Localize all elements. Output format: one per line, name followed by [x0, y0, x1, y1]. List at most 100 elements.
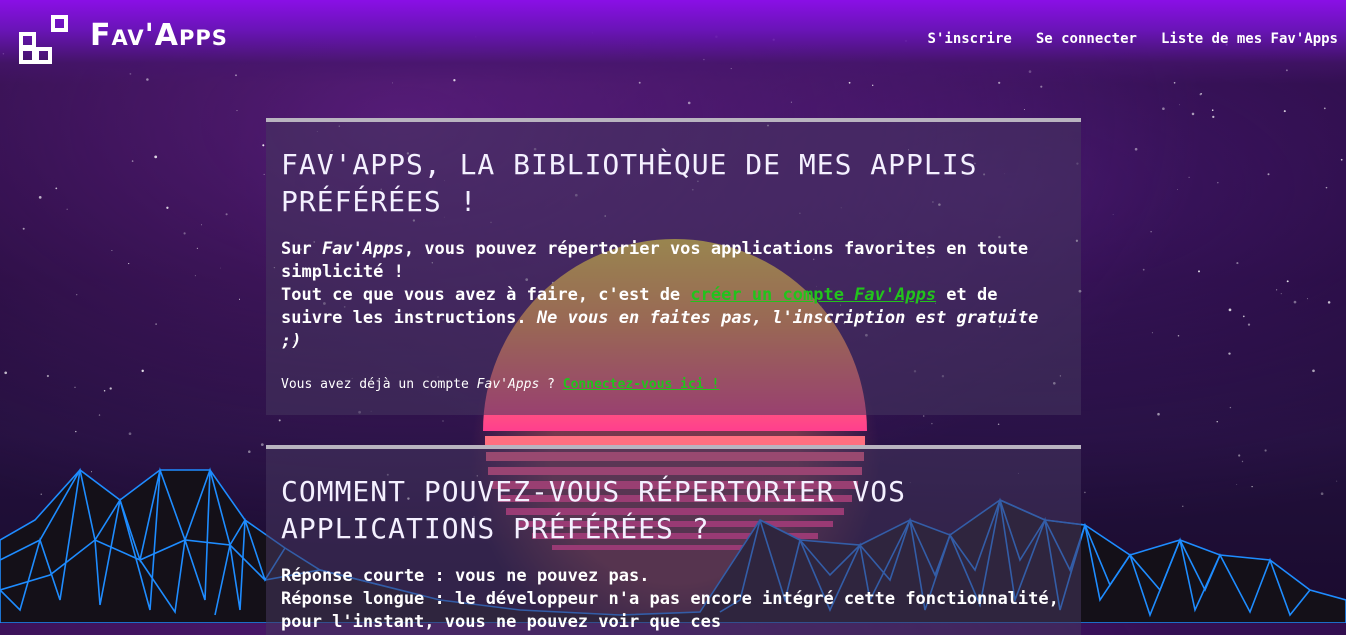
star	[1276, 289, 1278, 291]
star	[1157, 412, 1160, 416]
star	[111, 249, 113, 252]
star	[1241, 460, 1244, 463]
create-account-link-text: créer un compte	[690, 285, 855, 305]
star	[1336, 480, 1338, 482]
existing-account-text: ?	[539, 377, 563, 392]
how-title: Comment pouvez-vous répertorier vos appl…	[281, 475, 907, 545]
existing-account-text: Vous avez déjà un compte	[281, 377, 477, 392]
star	[46, 374, 50, 378]
star	[997, 423, 1000, 426]
star	[1264, 449, 1267, 452]
star	[1320, 492, 1324, 496]
star	[236, 110, 238, 112]
star	[1236, 484, 1238, 485]
star	[263, 173, 265, 175]
star	[66, 208, 68, 210]
login-here-link[interactable]: Connectez-vous ici !	[563, 377, 720, 392]
star	[238, 298, 241, 300]
star	[1198, 270, 1200, 273]
star	[200, 224, 203, 226]
star	[131, 160, 134, 162]
star	[4, 371, 8, 375]
star	[1228, 308, 1232, 312]
star	[1228, 352, 1231, 355]
star	[262, 144, 265, 147]
star	[166, 206, 169, 209]
star	[220, 267, 221, 269]
short-answer: Réponse courte : vous ne pouvez pas.	[281, 566, 650, 586]
star	[1312, 369, 1315, 373]
brand-mention: Fav'Apps	[321, 239, 404, 259]
how-card: Comment pouvez-vous répertorier vos appl…	[266, 445, 1081, 635]
intro-text: Sur	[281, 239, 322, 259]
star	[154, 155, 158, 159]
star	[109, 387, 112, 390]
star	[1217, 181, 1219, 184]
star	[1267, 173, 1270, 176]
intro-paragraph-2: Tout ce que vous avez à faire, c'est de …	[281, 284, 1066, 353]
star	[1212, 115, 1215, 119]
star	[1323, 107, 1326, 110]
star	[1236, 262, 1239, 265]
star	[74, 386, 76, 388]
nav-login-link[interactable]: Se connecter	[1036, 31, 1137, 47]
star	[790, 101, 792, 103]
star	[55, 187, 58, 190]
intro-text: Tout ce que vous avez à faire, c'est de	[281, 285, 691, 305]
star	[1177, 334, 1180, 337]
star	[1151, 332, 1153, 334]
star	[1142, 268, 1145, 271]
intro-card: Fav'Apps, la bibliothèque de mes applis …	[266, 118, 1081, 415]
star	[75, 430, 77, 433]
star	[194, 275, 196, 277]
star	[1242, 315, 1245, 318]
app-grid-logo-icon[interactable]	[18, 14, 70, 64]
star	[248, 450, 251, 453]
create-account-link[interactable]: créer un compte Fav'Apps	[690, 285, 936, 305]
star	[128, 432, 132, 436]
star	[196, 247, 199, 250]
main-nav: S'inscrire Se connecter Liste de mes Fav…	[928, 31, 1338, 47]
star	[1286, 280, 1289, 283]
star	[1211, 109, 1214, 111]
star	[1216, 421, 1218, 423]
star	[1162, 107, 1165, 111]
star	[1040, 85, 1043, 88]
nav-my-apps-link[interactable]: Liste de mes Fav'Apps	[1161, 31, 1338, 47]
star	[98, 414, 101, 416]
brand-name[interactable]: Fav'Apps	[90, 18, 228, 53]
star	[22, 227, 25, 230]
star	[1283, 110, 1286, 113]
star	[278, 419, 281, 422]
star	[1200, 92, 1203, 95]
star	[155, 323, 157, 325]
star	[1327, 301, 1331, 304]
star	[931, 422, 933, 425]
star	[1325, 186, 1328, 189]
nav-signup-link[interactable]: S'inscrire	[928, 31, 1012, 47]
star	[1084, 491, 1086, 494]
star	[1179, 104, 1180, 106]
star	[1247, 323, 1251, 326]
brand-mention: Fav'Apps	[476, 377, 540, 392]
star	[90, 471, 93, 473]
star	[38, 196, 42, 199]
star	[1177, 189, 1178, 190]
existing-account-line: Vous avez déjà un compte Fav'Apps ? Conn…	[281, 373, 1066, 396]
star	[1188, 176, 1190, 179]
star	[872, 84, 874, 86]
star	[1134, 147, 1138, 151]
star	[442, 420, 444, 422]
star	[1251, 485, 1253, 488]
star	[1293, 300, 1297, 304]
star	[225, 213, 228, 216]
star	[40, 493, 42, 495]
star	[103, 389, 106, 392]
star	[1280, 293, 1282, 295]
star	[1340, 158, 1343, 161]
star	[128, 263, 130, 265]
long-answer: Réponse longue : le développeur n'a pas …	[281, 589, 1059, 632]
create-account-link-brand: Fav'Apps	[854, 285, 937, 305]
star	[1191, 112, 1195, 116]
star	[1182, 505, 1184, 507]
